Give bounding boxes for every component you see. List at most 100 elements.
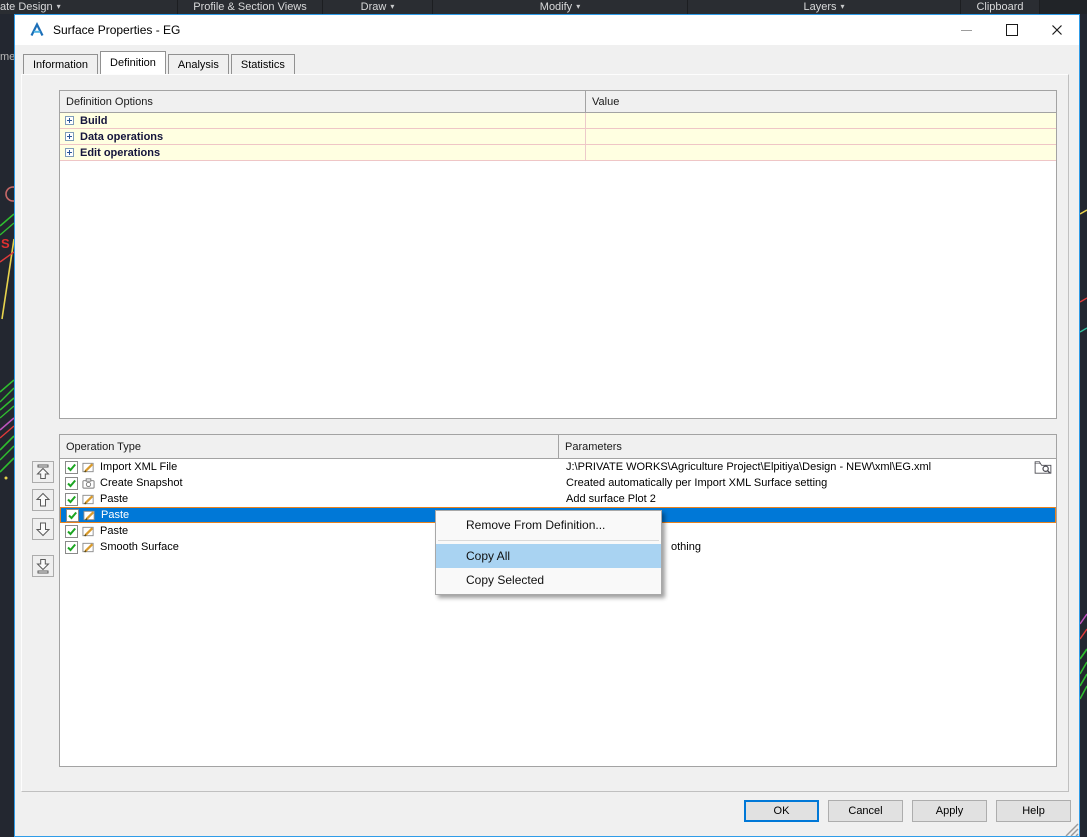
drawing-canvas-left: me S xyxy=(0,14,14,837)
ribbon-panel-clipboard[interactable]: Clipboard xyxy=(961,0,1040,14)
minimize-button[interactable] xyxy=(944,15,989,45)
definition-tab-page: Definition Options Value Build Data opera… xyxy=(21,74,1069,792)
help-button[interactable]: Help xyxy=(996,800,1071,822)
tab-definition[interactable]: Definition xyxy=(100,51,166,74)
snapshot-camera-icon xyxy=(82,477,95,490)
ribbon-panel-draw[interactable]: Draw ▾ xyxy=(323,0,433,14)
arrow-up-bar-icon xyxy=(36,464,50,479)
operation-edit-icon xyxy=(83,509,96,522)
browse-preview-icon[interactable] xyxy=(1034,460,1052,474)
definition-row-left-cell: Edit operations xyxy=(60,145,586,160)
definition-row-label: Data operations xyxy=(80,130,164,143)
operation-checkbox-checked[interactable] xyxy=(65,524,78,538)
definition-row-build[interactable]: Build xyxy=(60,113,1056,129)
ribbon-panel-label: Layers xyxy=(803,1,837,13)
ribbon-tab-bar: ate Design ▾ Profile & Section Views Draw ▾ M… xyxy=(0,0,1087,14)
maximize-button[interactable] xyxy=(989,15,1034,45)
apply-button[interactable]: Apply xyxy=(912,800,987,822)
dropdown-caret-icon: ▾ xyxy=(56,2,61,11)
operation-parameters: othing xyxy=(671,541,701,553)
tab-information[interactable]: Information xyxy=(23,54,99,74)
operation-row-create-snapshot[interactable]: Create Snapshot Created automatically per… xyxy=(60,475,1056,491)
operation-checkbox-checked[interactable] xyxy=(65,540,78,554)
operation-row-import-xml-file[interactable]: Import XML File J:\PRIVATE WORKS\Agricult… xyxy=(60,459,1056,475)
dropdown-caret-icon: ▾ xyxy=(576,2,581,11)
tab-label: Information xyxy=(33,58,89,71)
dialog-title: Surface Properties - EG xyxy=(53,23,181,37)
column-header-operation-type: Operation Type xyxy=(60,435,559,458)
operation-row-paste[interactable]: Paste Add surface Plot 2 xyxy=(60,491,1056,507)
autocad-logo-icon xyxy=(29,22,45,38)
operation-label: Smooth Surface xyxy=(100,541,179,553)
ribbon-panel-profile-section-views[interactable]: Profile & Section Views xyxy=(178,0,323,14)
move-down-button[interactable] xyxy=(32,518,54,540)
dialog-titlebar: Surface Properties - EG xyxy=(15,15,1079,45)
definition-options-header: Definition Options Value xyxy=(60,91,1056,113)
operation-edit-icon xyxy=(82,493,95,506)
app-screen: ate Design ▾ Profile & Section Views Draw ▾ M… xyxy=(0,0,1087,837)
tab-label: Statistics xyxy=(240,58,285,71)
operation-label: Paste xyxy=(101,509,130,521)
move-to-bottom-button[interactable] xyxy=(32,555,54,577)
column-header-definition-options: Definition Options xyxy=(60,91,586,112)
operation-row-left-cell: Paste xyxy=(60,491,559,507)
expand-plus-icon[interactable] xyxy=(65,132,74,141)
tab-analysis[interactable]: Analysis xyxy=(167,54,229,74)
arrow-up-icon xyxy=(35,492,51,507)
menu-item-remove-from-definition[interactable]: Remove From Definition... xyxy=(436,513,661,537)
operation-row-parameters-cell: Created automatically per Import XML Sur… xyxy=(559,475,1056,491)
tab-label: Definition xyxy=(110,57,156,69)
drawing-contours-left: me S xyxy=(0,51,14,480)
definition-row-label: Edit operations xyxy=(80,146,161,159)
tab-label: Analysis xyxy=(177,58,219,71)
operation-checkbox-checked[interactable] xyxy=(65,476,78,490)
ok-button[interactable]: OK xyxy=(744,800,819,822)
window-controls xyxy=(944,15,1079,45)
arrow-down-bar-icon xyxy=(36,559,50,574)
cancel-button[interactable]: Cancel xyxy=(828,800,903,822)
definition-row-value-cell xyxy=(586,129,1056,144)
expand-plus-icon[interactable] xyxy=(65,148,74,157)
move-to-top-button[interactable] xyxy=(32,461,54,483)
definition-row-left-cell: Data operations xyxy=(60,129,586,144)
operation-edit-icon xyxy=(82,541,95,554)
ribbon-panel-ate-design[interactable]: ate Design ▾ xyxy=(0,0,178,14)
operation-parameters: Created automatically per Import XML Sur… xyxy=(566,477,828,489)
ribbon-panel-layers[interactable]: Layers ▾ xyxy=(688,0,961,14)
definition-row-data-operations[interactable]: Data operations xyxy=(60,129,1056,145)
operation-row-left-cell: Create Snapshot xyxy=(60,475,559,491)
menu-separator xyxy=(438,540,659,541)
operation-edit-icon xyxy=(82,461,95,474)
ribbon-panel-label: Draw xyxy=(360,1,387,13)
close-icon xyxy=(1051,25,1062,35)
ribbon-panel-label: Profile & Section Views xyxy=(193,1,307,13)
dialog-tab-strip: Information Definition Analysis Statistics xyxy=(23,51,297,74)
drawing-canvas-right xyxy=(1080,14,1087,837)
definition-row-left-cell: Build xyxy=(60,113,586,128)
column-header-parameters: Parameters xyxy=(565,440,622,453)
ribbon-panel-modify[interactable]: Modify ▾ xyxy=(433,0,688,14)
menu-item-copy-selected[interactable]: Copy Selected xyxy=(436,568,661,592)
operation-parameters: Add surface Plot 2 xyxy=(566,493,656,505)
surface-properties-dialog: Surface Properties - EG Information Defin… xyxy=(14,14,1080,837)
column-header-value: Value xyxy=(592,95,620,108)
menu-item-copy-all[interactable]: Copy All xyxy=(436,544,661,568)
definition-options-table: Definition Options Value Build Data opera… xyxy=(59,90,1057,419)
operation-checkbox-checked[interactable] xyxy=(65,492,78,506)
operation-row-left-cell: Import XML File xyxy=(60,459,559,475)
minimize-icon xyxy=(961,29,972,31)
operation-checkbox-checked[interactable] xyxy=(65,460,78,474)
move-up-button[interactable] xyxy=(32,489,54,511)
maximize-icon xyxy=(1005,24,1018,36)
tab-statistics[interactable]: Statistics xyxy=(230,54,295,74)
definition-row-edit-operations[interactable]: Edit operations xyxy=(60,145,1056,161)
expand-plus-icon[interactable] xyxy=(65,116,74,125)
operation-row-parameters-cell: J:\PRIVATE WORKS\Agriculture Project\Elp… xyxy=(559,459,1056,475)
operation-row-parameters-cell: Add surface Plot 2 xyxy=(559,491,1056,507)
resize-grip[interactable] xyxy=(1063,821,1079,837)
close-button[interactable] xyxy=(1034,15,1079,45)
operation-label: Create Snapshot xyxy=(100,477,183,489)
definition-row-value-cell xyxy=(586,145,1056,160)
operation-parameters: J:\PRIVATE WORKS\Agriculture Project\Elp… xyxy=(566,461,932,473)
operation-checkbox-checked[interactable] xyxy=(66,508,79,522)
